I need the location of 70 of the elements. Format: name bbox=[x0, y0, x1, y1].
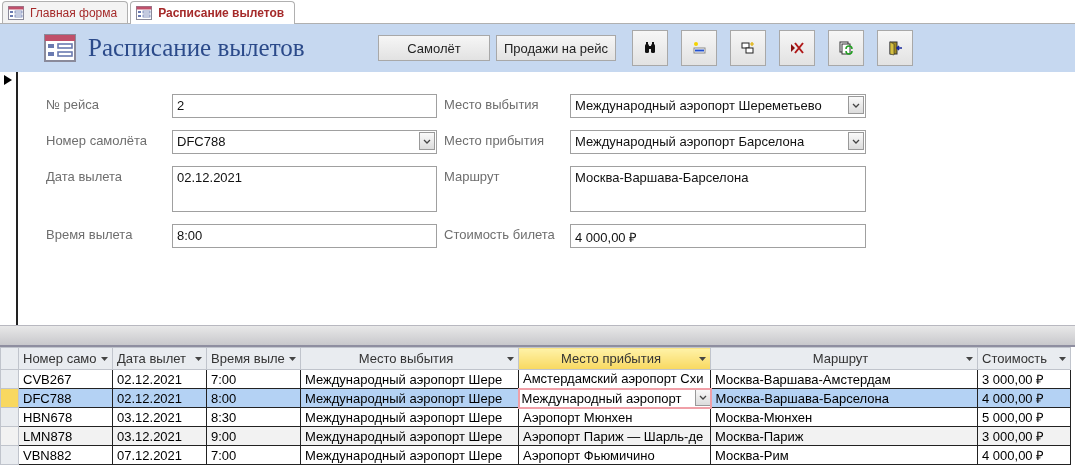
table-cell: HBN678 bbox=[18, 407, 113, 427]
document-tab[interactable]: Главная форма bbox=[2, 1, 129, 23]
dropdown-arrow-icon[interactable] bbox=[289, 356, 296, 361]
toolbar-button[interactable] bbox=[779, 30, 815, 66]
dropdown-arrow-icon[interactable] bbox=[699, 356, 706, 361]
field-label: Маршрут bbox=[444, 168, 501, 186]
combo-box[interactable]: Международный аэропорт bbox=[518, 388, 711, 408]
column-header[interactable]: Дата вылет bbox=[112, 347, 207, 370]
dropdown-arrow-icon[interactable] bbox=[966, 356, 973, 361]
splitter-bar[interactable] bbox=[0, 325, 1075, 347]
column-header[interactable]: Маршрут bbox=[710, 347, 978, 370]
combo-box[interactable]: Международный аэропорт Барселона bbox=[570, 130, 866, 154]
column-header[interactable]: Стоимость bbox=[977, 347, 1071, 370]
table-cell: Международный аэропорт Шере bbox=[300, 369, 519, 389]
column-header[interactable]: Место выбытия bbox=[300, 347, 519, 370]
table-cell: 07.12.2021 bbox=[112, 445, 207, 465]
table-cell: Москва-Варшава-Амстердам bbox=[710, 369, 978, 389]
input-field[interactable]: 2 bbox=[172, 94, 437, 118]
form-icon bbox=[136, 6, 153, 20]
combo-box[interactable]: DFC788 bbox=[172, 130, 437, 154]
current-record-icon bbox=[4, 75, 12, 85]
field-label: Дата вылета bbox=[46, 168, 124, 186]
table-cell: 4 000,00 ₽ bbox=[977, 445, 1071, 465]
duplicate-record-icon bbox=[740, 40, 756, 56]
form-icon bbox=[8, 5, 24, 20]
table-cell: Аэропорт Фьюмичино bbox=[518, 445, 711, 465]
column-header[interactable]: Время выле bbox=[206, 347, 301, 370]
field-label: Время вылета bbox=[46, 226, 134, 244]
table-cell: CVB267 bbox=[18, 369, 113, 389]
field-label: Номер самолёта bbox=[46, 132, 149, 150]
input-field[interactable]: Москва-Варшава-Барселона bbox=[570, 166, 866, 212]
form-icon bbox=[44, 34, 76, 62]
field-label: Место прибытия bbox=[444, 132, 545, 150]
form-title: Расписание вылетов bbox=[88, 34, 306, 62]
table-cell: 5 000,00 ₽ bbox=[977, 407, 1071, 427]
field-label: Стоимость билета bbox=[444, 226, 556, 244]
toolbar-button[interactable] bbox=[877, 30, 913, 66]
new-record-icon bbox=[691, 40, 707, 56]
table-cell: 7:00 bbox=[206, 445, 301, 465]
table-cell: 3 000,00 ₽ bbox=[977, 369, 1071, 389]
input-field[interactable]: 02.12.2021 bbox=[172, 166, 437, 212]
field-label: Место выбытия bbox=[444, 96, 540, 114]
column-header[interactable]: Место прибытия bbox=[518, 347, 711, 370]
table-cell: Москва-Мюнхен bbox=[710, 407, 978, 427]
toolbar-button[interactable] bbox=[632, 30, 668, 66]
document-tab[interactable]: Расписание вылетов bbox=[130, 1, 296, 24]
input-field[interactable]: 8:00 bbox=[172, 224, 437, 248]
nav-button[interactable]: Продажи на рейс bbox=[496, 35, 616, 61]
dropdown-arrow-icon[interactable] bbox=[1059, 356, 1066, 361]
refresh-icon bbox=[838, 40, 854, 56]
table-cell: Аэропорт Мюнхен bbox=[518, 407, 711, 427]
field-label: № рейса bbox=[46, 96, 100, 114]
combo-box[interactable]: Международный аэропорт Шереметьево bbox=[570, 94, 866, 118]
binoculars-icon bbox=[642, 40, 658, 56]
table-cell: Международный аэропорт Шере bbox=[300, 445, 519, 465]
delete-record-icon bbox=[789, 40, 805, 56]
table-cell: 7:00 bbox=[206, 369, 301, 389]
column-header[interactable]: Номер само bbox=[18, 347, 113, 370]
dropdown-arrow-icon[interactable] bbox=[507, 356, 514, 361]
table-cell: 02.12.2021 bbox=[112, 369, 207, 389]
table-cell: Международный аэропорт Шере bbox=[300, 407, 519, 427]
table-cell: 03.12.2021 bbox=[112, 407, 207, 427]
dropdown-arrow-icon[interactable] bbox=[195, 356, 202, 361]
dropdown-arrow-icon[interactable] bbox=[101, 356, 108, 361]
nav-button[interactable]: Самолёт bbox=[378, 35, 490, 61]
exit-door-icon bbox=[887, 40, 903, 56]
table-cell: 8:30 bbox=[206, 407, 301, 427]
table-cell: Москва-Рим bbox=[710, 445, 978, 465]
input-field[interactable]: 4 000,00 ₽ bbox=[570, 224, 866, 248]
table-cell: VBN882 bbox=[18, 445, 113, 465]
